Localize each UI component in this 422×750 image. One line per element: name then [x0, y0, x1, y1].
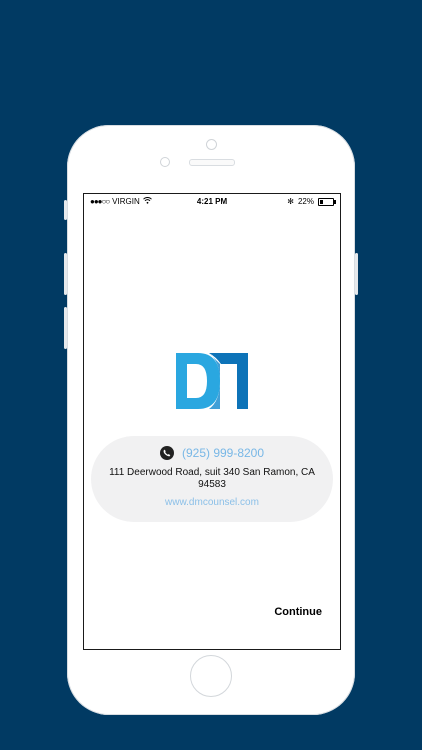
mute-switch [64, 200, 67, 220]
phone-icon [159, 446, 174, 460]
app-screen: ●●●○○ VIRGIN 4:21 PM ✻ 22% (925) 999-820… [83, 193, 341, 650]
phone-row[interactable]: (925) 999-8200 [91, 446, 333, 460]
volume-up-button [64, 253, 67, 295]
status-right: ✻ 22% [287, 197, 336, 206]
bluetooth-icon: ✻ [287, 197, 294, 206]
home-button[interactable] [190, 655, 232, 697]
website-link[interactable]: www.dmcounsel.com [91, 497, 333, 508]
phone-mockup: ●●●○○ VIRGIN 4:21 PM ✻ 22% (925) 999-820… [64, 125, 358, 715]
volume-down-button [64, 307, 67, 349]
status-bar: ●●●○○ VIRGIN 4:21 PM ✻ 22% [84, 194, 340, 208]
proximity-sensor [206, 139, 217, 150]
contact-card: (925) 999-8200 111 Deerwood Road, suit 3… [91, 436, 333, 522]
earpiece-speaker [189, 159, 235, 166]
battery-percentage: 22% [297, 197, 314, 206]
front-camera [160, 157, 170, 167]
power-button [355, 253, 358, 295]
continue-button[interactable]: Continue [274, 606, 322, 618]
battery-icon [318, 197, 336, 206]
address-text: 111 Deerwood Road, suit 340 San Ramon, C… [109, 467, 315, 490]
phone-number-link[interactable]: (925) 999-8200 [182, 446, 264, 460]
battery-fill [320, 199, 323, 204]
dm-logo [176, 353, 248, 409]
